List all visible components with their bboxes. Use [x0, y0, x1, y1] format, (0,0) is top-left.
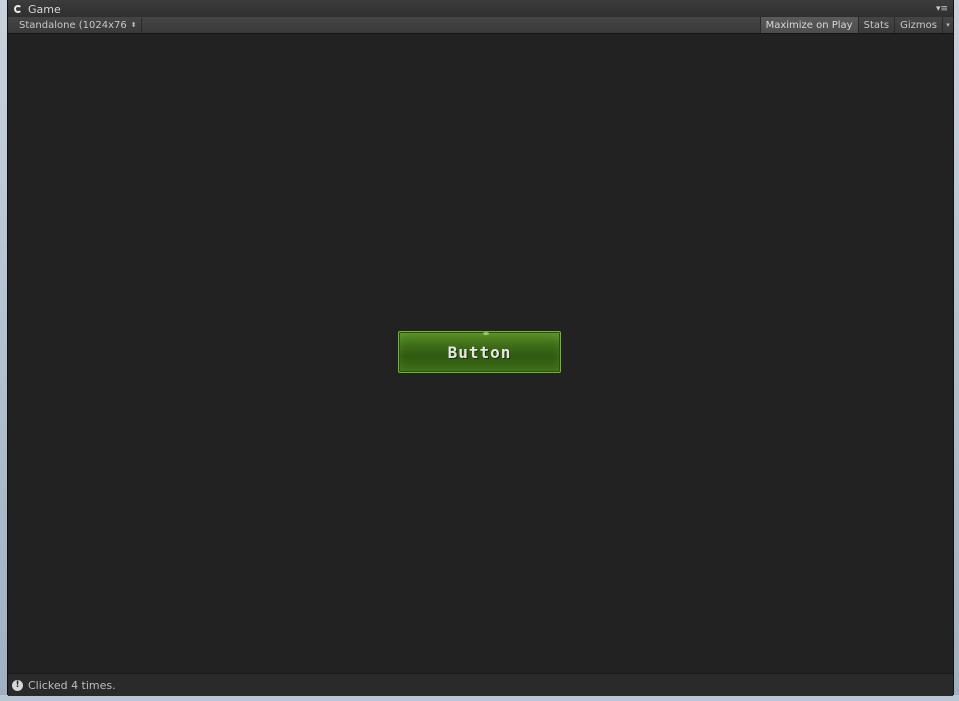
- status-bar: ! Clicked 4 times.: [8, 673, 953, 696]
- tab-title: Game: [28, 3, 61, 16]
- game-button[interactable]: Button: [398, 331, 561, 373]
- info-icon: !: [12, 679, 23, 691]
- window-frame-left: [0, 0, 7, 701]
- button-glint: [483, 332, 489, 335]
- pacman-icon: [14, 4, 24, 15]
- maximize-on-play-label: Maximize on Play: [765, 19, 853, 31]
- aspect-ratio-dropdown[interactable]: Standalone (1024x76 ⬍: [12, 18, 142, 32]
- stats-label: Stats: [863, 19, 890, 31]
- up-down-arrows-icon: ⬍: [130, 20, 137, 29]
- game-toolbar: Standalone (1024x76 ⬍ Maximize on Play S…: [8, 17, 953, 34]
- tab-game[interactable]: Game: [14, 2, 61, 17]
- game-viewport[interactable]: Button: [8, 34, 953, 671]
- tab-bar: Game ▾≡: [8, 0, 953, 18]
- game-panel: Game ▾≡ Standalone (1024x76 ⬍ Maximize o…: [7, 0, 954, 696]
- aspect-ratio-label: Standalone (1024x76: [19, 19, 127, 31]
- game-button-label: Button: [447, 342, 512, 362]
- gizmos-label: Gizmos: [900, 19, 937, 31]
- toolbar-right-group: Maximize on Play Stats Gizmos ▾: [759, 17, 953, 33]
- maximize-on-play-toggle[interactable]: Maximize on Play: [759, 17, 858, 33]
- tab-menu-icon[interactable]: ▾≡: [936, 4, 948, 14]
- stats-toggle[interactable]: Stats: [857, 17, 895, 33]
- gizmos-dropdown-arrow-icon[interactable]: ▾: [942, 17, 953, 33]
- status-message[interactable]: Clicked 4 times.: [28, 679, 116, 692]
- gizmos-toggle[interactable]: Gizmos: [894, 17, 942, 33]
